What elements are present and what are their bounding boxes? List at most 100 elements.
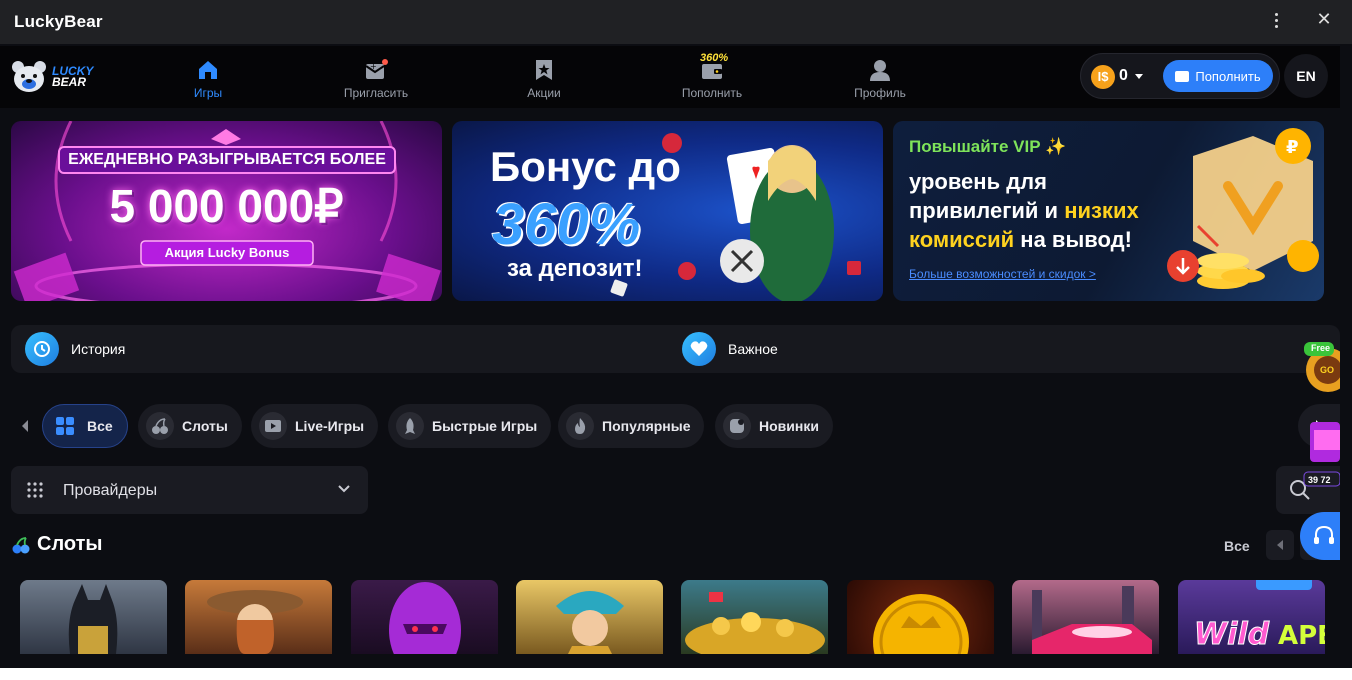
tab-popular[interactable]: Популярные <box>558 404 705 448</box>
tab-slots[interactable]: Слоты <box>138 404 242 448</box>
banner-vip-line3: комиссий на вывод! <box>909 227 1132 253</box>
banner-vip-link[interactable]: Больше возможностей и скидок > <box>909 267 1096 281</box>
game-tile-3[interactable] <box>351 580 498 654</box>
tab-popular-label: Популярные <box>602 418 691 434</box>
language-switch[interactable]: EN <box>1284 54 1328 98</box>
coin-icon: І$ <box>1091 65 1115 89</box>
banner-vip-line1: уровень для <box>909 169 1047 194</box>
game-tile-4[interactable] <box>516 580 663 654</box>
svg-text:APE: APE <box>1278 621 1325 651</box>
nav-deposit[interactable]: 360% Пополнить <box>662 52 762 100</box>
tab-all[interactable]: Все <box>42 404 128 448</box>
game-tile-5[interactable] <box>681 580 828 654</box>
cherry-icon <box>146 412 174 440</box>
slots-section-title: Слоты <box>11 533 102 556</box>
tab-new[interactable]: Новинки <box>715 404 833 448</box>
jackpot-value: 39 72 <box>1308 475 1331 485</box>
support-widget[interactable] <box>1300 512 1340 560</box>
game-tile-1-art <box>68 584 118 654</box>
providers-dropdown[interactable]: Провайдеры <box>11 466 368 514</box>
logo-text: LUCKY BEAR <box>52 65 93 89</box>
jackpot-widget[interactable]: 39 72 <box>1300 420 1341 490</box>
game-tile-2[interactable] <box>185 580 332 654</box>
banner-vip-line2a: привилегий и <box>909 198 1065 223</box>
game-tile-8-art: Wild APE <box>1194 580 1325 653</box>
providers-label: Провайдеры <box>63 482 158 499</box>
nav-games[interactable]: Игры <box>158 58 258 100</box>
tab-fast[interactable]: Быстрые Игры <box>388 404 552 448</box>
game-tile-7[interactable] <box>1012 580 1159 654</box>
free-spins-widget[interactable]: Free GO <box>1300 340 1350 396</box>
history-button[interactable]: История <box>25 325 125 373</box>
banner-daily-draw-line1: ЕЖЕДНЕВНО РАЗЫГРЫВАЕТСЯ БОЛЕЕ <box>68 151 386 168</box>
invite-icon: + <box>365 59 388 79</box>
game-tile-6-art <box>873 594 969 654</box>
nav-promotions-label: Акции <box>527 86 561 100</box>
banner-daily-draw-tag: Акция Lucky Bonus <box>164 245 290 260</box>
banner-vip[interactable]: ₽ Повышайте VIP ✨ уровень для привилегий… <box>893 121 1324 301</box>
nav-invite[interactable]: + Пригласить <box>326 58 426 100</box>
home-icon <box>199 61 217 79</box>
flame-icon <box>566 412 594 440</box>
logo-line2: BEAR <box>52 75 87 89</box>
play-icon <box>259 412 287 440</box>
svg-text:Wild: Wild <box>1194 617 1270 652</box>
tab-live[interactable]: Live-Игры <box>251 404 379 448</box>
important-button[interactable]: Важное <box>682 325 778 373</box>
game-tile-4-art <box>556 591 624 654</box>
nav-invite-label: Пригласить <box>343 86 409 100</box>
wallet-small-icon <box>1175 70 1190 82</box>
slots-all-link[interactable]: Все <box>1224 538 1250 554</box>
categories-prev-icon[interactable] <box>11 404 39 448</box>
banner-deposit-bonus[interactable]: Бонус до 360% за депозит! <box>452 121 883 301</box>
chevron-down-icon <box>338 485 350 493</box>
game-tile-7-art <box>1032 586 1152 654</box>
tab-all-label: Все <box>87 418 113 434</box>
tab-slots-label: Слоты <box>182 418 228 434</box>
balance-dropdown-icon[interactable] <box>1135 74 1143 79</box>
nav-profile[interactable]: Профиль <box>830 58 930 100</box>
quick-access-row: История Важное <box>11 325 1340 373</box>
grid-icon <box>51 412 79 440</box>
nav-promotions[interactable]: Акции <box>494 58 594 100</box>
logo[interactable]: LUCKY BEAR <box>10 58 93 96</box>
banner-deposit-bonus-line1: Бонус до <box>490 143 681 190</box>
nav-games-label: Игры <box>193 86 223 100</box>
topup-button[interactable]: Пополнить <box>1163 60 1273 92</box>
deposit-bonus-badge: 360% <box>700 52 729 64</box>
game-tile-8[interactable]: Wild APE <box>1178 580 1325 654</box>
close-icon[interactable]: ✕ <box>1314 9 1334 29</box>
free-label: Free <box>1311 343 1331 353</box>
banner-daily-draw[interactable]: ЕЖЕДНЕВНО РАЗЫГРЫВАЕТСЯ БОЛЕЕ 5 000 000₽… <box>11 121 442 301</box>
dots-grid-icon <box>27 482 43 498</box>
wallet-widget: І$ 0 Пополнить <box>1080 53 1280 99</box>
top-navigation: LUCKY BEAR Игры + Пригласить Акции 360% … <box>0 46 1340 108</box>
game-tile-3-art <box>389 582 461 654</box>
slots-title-label: Слоты <box>37 533 103 555</box>
rocket-icon <box>396 412 424 440</box>
svg-text:₽: ₽ <box>1286 137 1299 158</box>
important-label: Важное <box>728 341 778 357</box>
profile-icon <box>870 60 890 81</box>
category-tabs: Все Слоты Live-Игры Быстрые Игры Популяр… <box>11 404 1340 448</box>
title-bar: LuckyBear ✕ <box>0 0 1352 44</box>
banner-vip-line3a: комиссий <box>909 227 1015 252</box>
banner-daily-draw-amount: 5 000 000₽ <box>109 180 344 232</box>
more-options-icon[interactable] <box>1268 10 1284 30</box>
balance-value[interactable]: 0 <box>1119 67 1128 85</box>
banner-vip-line2b: низких <box>1064 198 1139 223</box>
history-label: История <box>71 341 126 357</box>
banner-deposit-bonus-line3: за депозит! <box>507 255 643 282</box>
game-tile-1[interactable] <box>20 580 167 654</box>
go-label: GO <box>1320 365 1335 375</box>
nav-deposit-label: Пополнить <box>681 86 743 100</box>
tab-new-label: Новинки <box>759 418 819 434</box>
game-tile-2-art <box>207 590 303 654</box>
window-title: LuckyBear <box>14 12 103 31</box>
game-tile-6[interactable] <box>847 580 994 654</box>
headset-icon <box>1314 525 1334 544</box>
banner-vip-head: Повышайте VIP ✨ <box>909 137 1067 156</box>
nav-profile-label: Профиль <box>854 86 906 100</box>
tab-live-label: Live-Игры <box>295 418 365 434</box>
slots-prev-icon[interactable] <box>1266 530 1294 560</box>
